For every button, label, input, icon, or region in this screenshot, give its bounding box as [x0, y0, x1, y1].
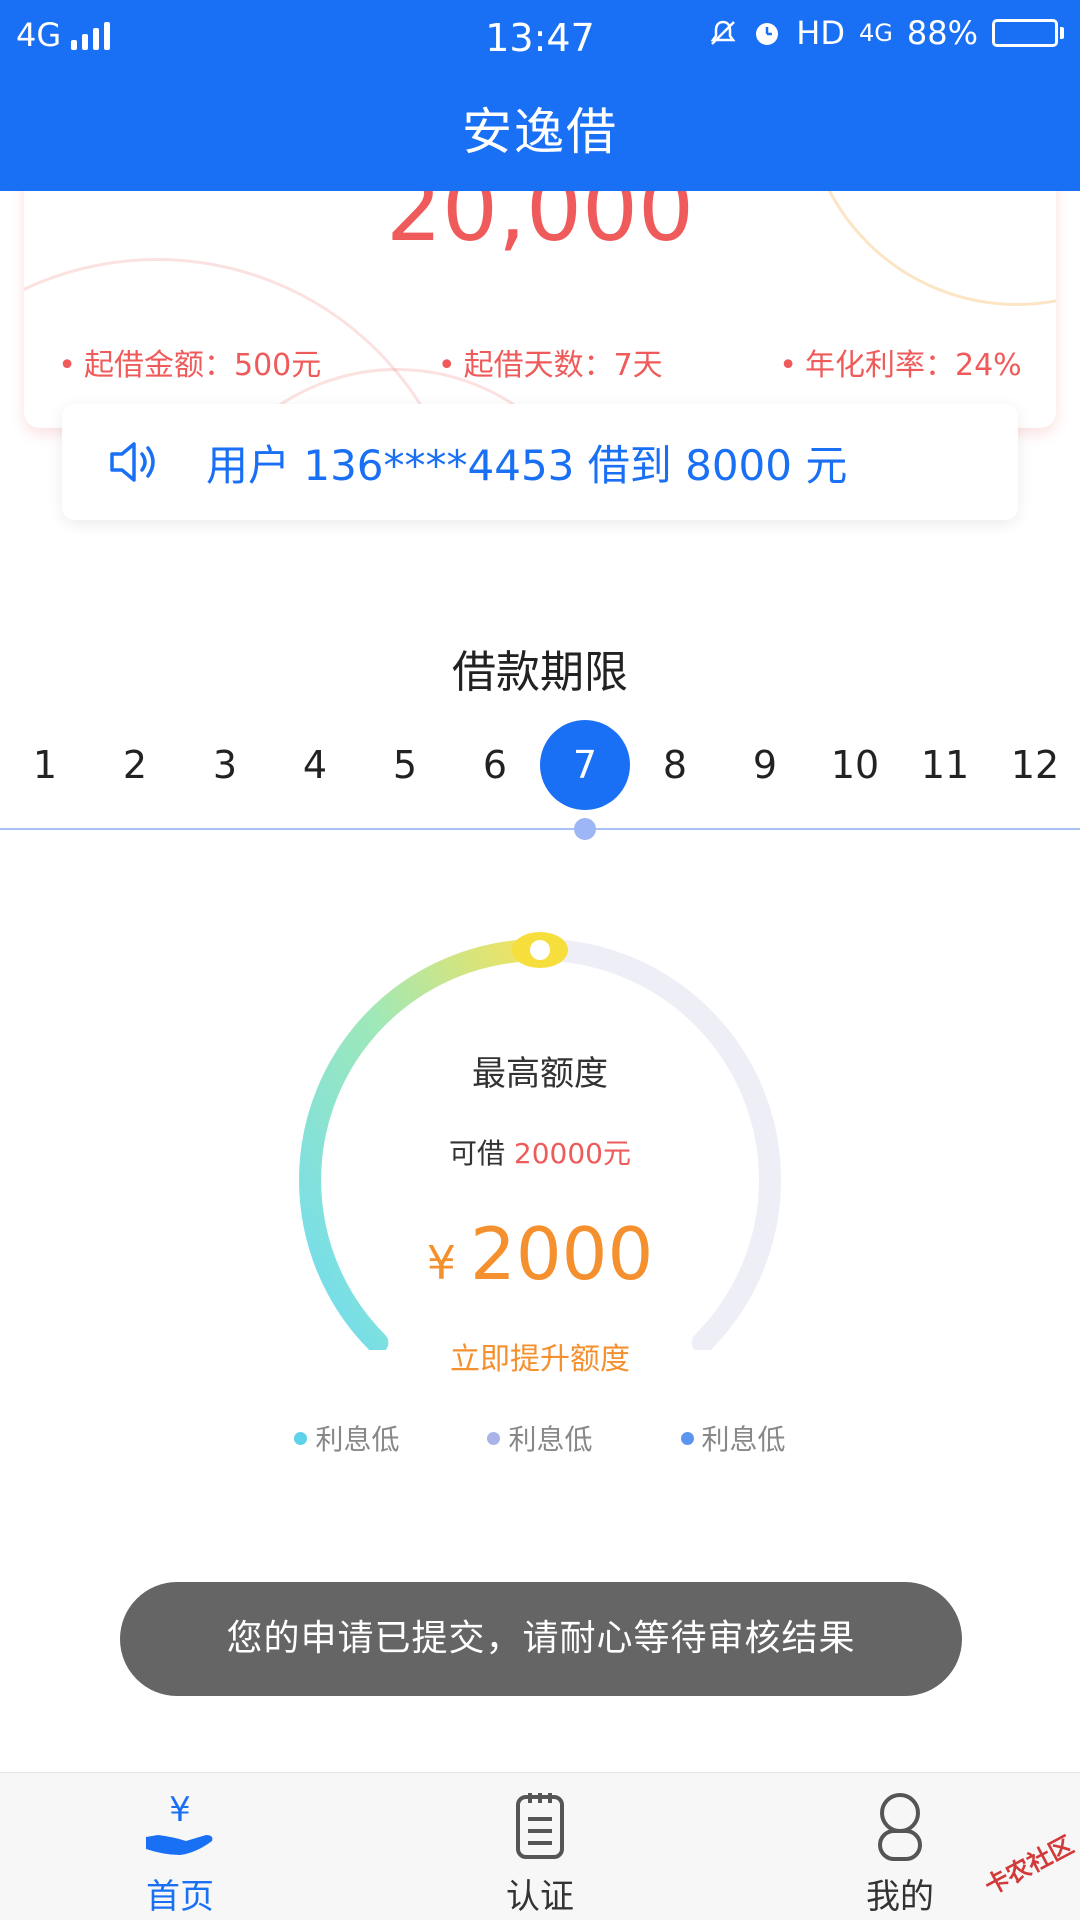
notice-bar: 用户 136****4453 借到 8000 元 [62, 404, 1018, 520]
battery-icon [992, 19, 1064, 47]
net2-label: 4G [859, 19, 893, 47]
period-title: 借款期限 [452, 647, 628, 698]
period-option-1[interactable]: 1 [0, 720, 90, 810]
nav-me-label: 我的 [866, 1877, 934, 1917]
gauge-title: 最高额度 [472, 1054, 608, 1094]
gauge-sub-amount: 20000元 [513, 1137, 631, 1170]
legend-item: 利息低 [487, 1418, 593, 1458]
legend-item: 利息低 [294, 1418, 399, 1458]
period-option-12[interactable]: 12 [990, 720, 1080, 810]
user-icon [878, 1793, 922, 1861]
page-title: 安逸借 [462, 103, 618, 161]
period-slider-track[interactable] [0, 828, 1080, 830]
boost-limit-link[interactable]: 立即提升额度 [0, 1334, 1080, 1378]
period-option-9[interactable]: 9 [720, 720, 810, 810]
gauge-amount: 2000 [470, 1212, 654, 1296]
status-bar: 4G 13:47 HD 4G 88% [0, 0, 1080, 74]
notice-text: 用户 136****4453 借到 8000 元 [206, 440, 848, 490]
gauge-value: ¥2000 [0, 1212, 1080, 1296]
feature-min-days: 起借天数：7天 [438, 340, 663, 384]
legend-label: 利息低 [315, 1423, 400, 1456]
period-option-3[interactable]: 3 [180, 720, 270, 810]
nav-auth-label: 认证 [506, 1877, 574, 1917]
period-option-10[interactable]: 10 [810, 720, 900, 810]
svg-text:¥: ¥ [169, 1791, 191, 1830]
battery-percent: 88% [906, 14, 978, 52]
gauge-sub-prefix: 可借 [449, 1137, 506, 1170]
status-right: HD 4G 88% [708, 14, 1064, 52]
bell-muted-icon [710, 20, 736, 45]
toast-message: 您的申请已提交，请耐心等待审核结果 [120, 1582, 962, 1696]
period-option-5[interactable]: 5 [360, 720, 450, 810]
yen-hand-icon: ¥ [146, 1790, 213, 1855]
feature-annual-rate: 年化利率：24% [779, 340, 1022, 384]
legend-label: 利息低 [508, 1423, 593, 1456]
speaker-icon [110, 442, 155, 482]
period-selector[interactable]: 1 2 3 4 5 6 7 8 9 10 11 12 [0, 720, 1080, 810]
legend-label: 利息低 [701, 1423, 786, 1456]
gauge-knob-center [530, 940, 550, 960]
hd-label: HD [796, 14, 845, 52]
period-option-4[interactable]: 4 [270, 720, 360, 810]
features-row: 起借金额：500元 起借天数：7天 年化利率：24% [0, 340, 1080, 384]
period-option-6[interactable]: 6 [450, 720, 540, 810]
legend-item: 利息低 [680, 1418, 786, 1458]
period-option-7[interactable]: 7 [540, 720, 630, 810]
clipboard-icon [516, 1793, 564, 1859]
feature-min-amount: 起借金额：500元 [58, 340, 321, 384]
legend: 利息低 利息低 利息低 [0, 1418, 1080, 1458]
alarm-icon [756, 23, 779, 45]
nav-me[interactable]: 我的 [810, 1791, 990, 1918]
nav-auth[interactable]: 认证 [450, 1791, 630, 1918]
period-option-8[interactable]: 8 [630, 720, 720, 810]
bottom-nav: ¥ 首页 认证 我的 [0, 1772, 1080, 1920]
top-bar: 4G 13:47 HD 4G 88% 安逸借 [0, 0, 1080, 191]
legend-dot [487, 1431, 501, 1445]
period-option-2[interactable]: 2 [90, 720, 180, 810]
currency-symbol: ¥ [426, 1236, 457, 1290]
period-slider-handle[interactable] [574, 818, 596, 840]
gauge-subtitle: 可借 20000元 [0, 1132, 1080, 1172]
nav-home[interactable]: ¥ 首页 [90, 1790, 270, 1918]
legend-dot [680, 1431, 694, 1445]
period-option-11[interactable]: 11 [900, 720, 990, 810]
legend-dot [294, 1431, 308, 1445]
nav-home-label: 首页 [146, 1877, 214, 1917]
screen: 4G 13:47 HD 4G 88% 安逸借 20,000 • 起借金额：500… [0, 0, 1080, 1920]
